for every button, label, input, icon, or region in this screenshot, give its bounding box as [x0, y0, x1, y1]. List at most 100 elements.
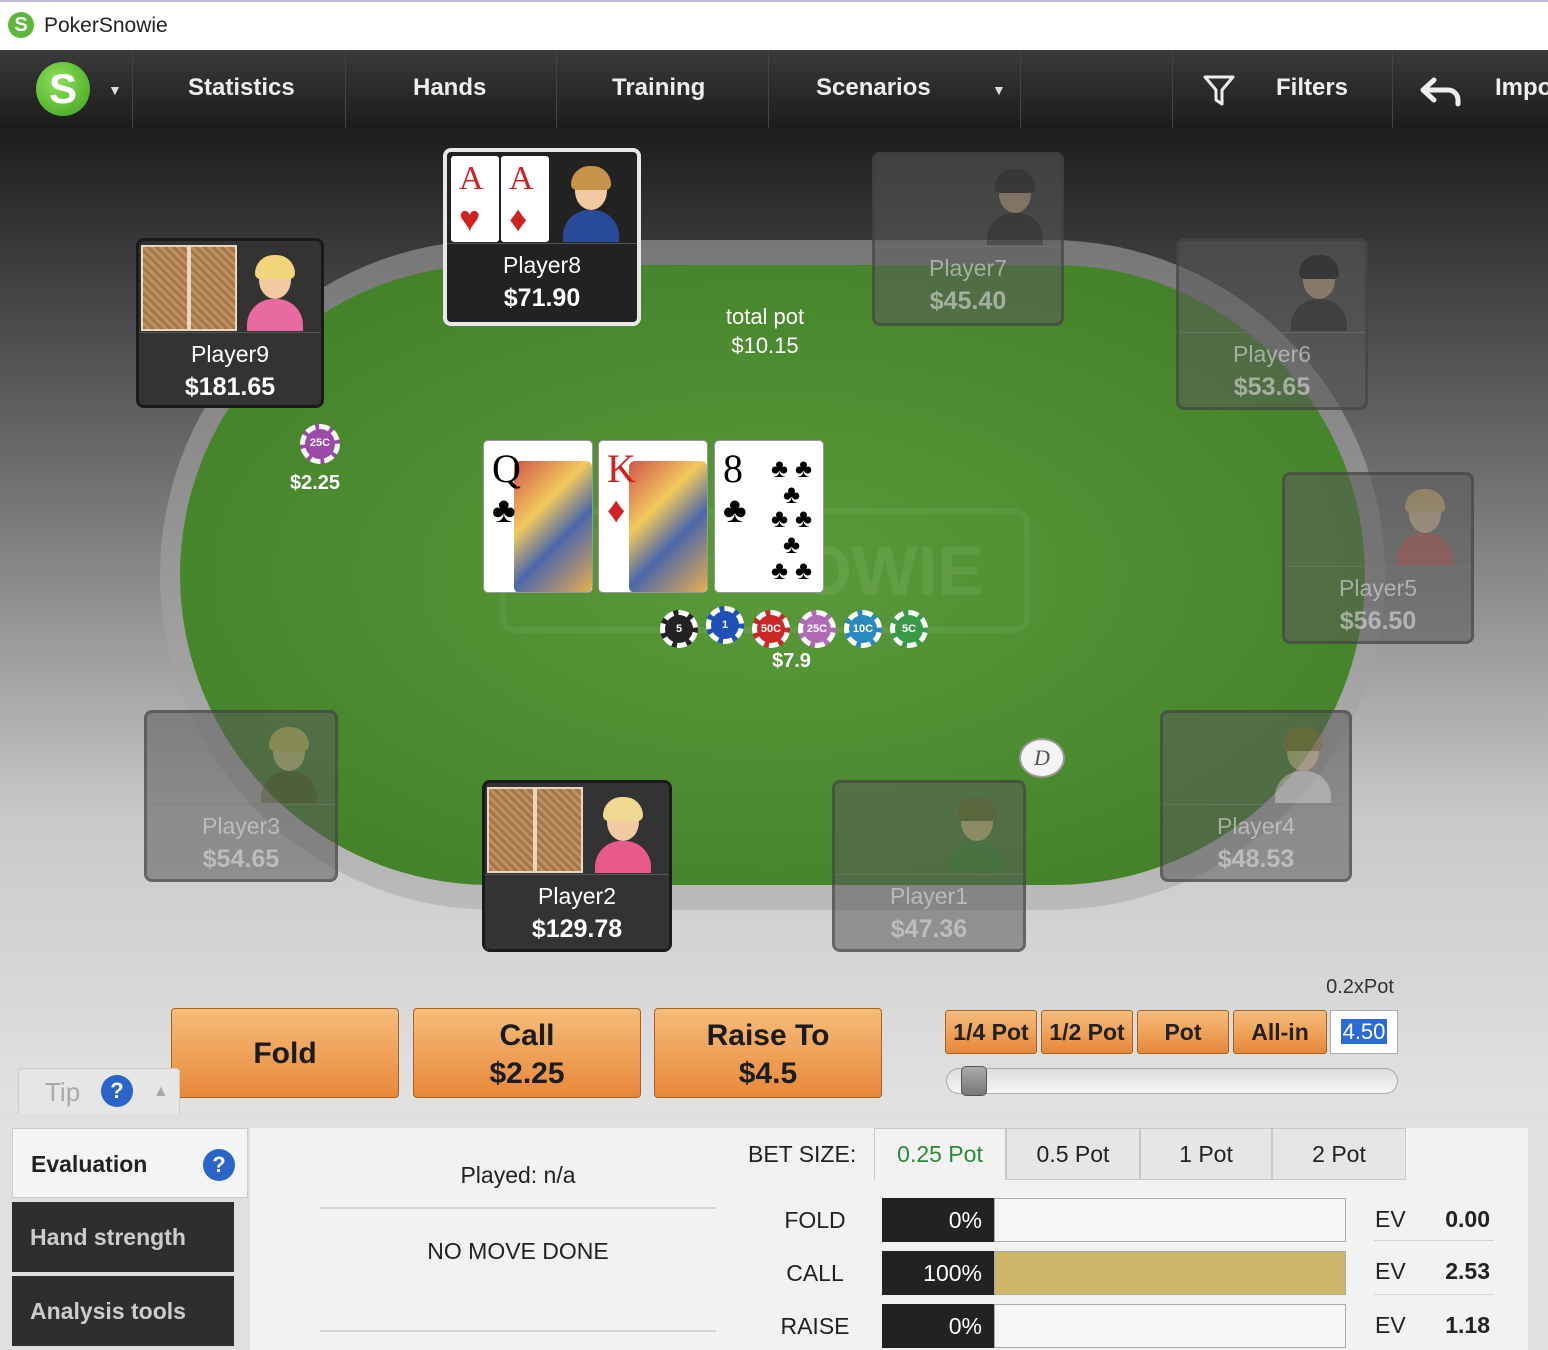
- sidebar-item-label: Evaluation: [31, 1151, 148, 1177]
- card-back: [487, 787, 535, 873]
- action-label: RAISE: [780, 1313, 850, 1339]
- sidebar-item-hand-strength[interactable]: Hand strength: [12, 1202, 234, 1272]
- raise-button[interactable]: Raise To $4.5: [654, 1008, 882, 1098]
- logo-dropdown-icon[interactable]: ▼: [108, 82, 122, 98]
- seat-player6[interactable]: Player6 $53.65: [1176, 238, 1368, 410]
- queen-face-art: [514, 461, 592, 592]
- seat-player7[interactable]: Player7 $45.40: [872, 152, 1064, 326]
- menu-filters[interactable]: Filters: [1276, 74, 1348, 102]
- chip-icon: 1: [706, 606, 744, 644]
- card-rank: A: [459, 160, 484, 197]
- player-name: Player1: [890, 883, 968, 909]
- action-label: FOLD: [784, 1207, 846, 1233]
- player9-bet-amount: $2.25: [290, 472, 341, 494]
- snowie-menu-logo[interactable]: S: [36, 62, 90, 116]
- player-name: Player2: [538, 883, 616, 909]
- seat-top: [139, 241, 321, 333]
- player-name: Player5: [1339, 575, 1417, 601]
- chip-icon: 5: [660, 610, 698, 648]
- hearts-suit-icon: ♥: [459, 198, 481, 239]
- pot-button[interactable]: Pot: [1137, 1010, 1229, 1054]
- divider: [320, 1207, 716, 1209]
- divider: [1374, 1240, 1494, 1241]
- half-pot-button[interactable]: 1/2 Pot: [1041, 1010, 1133, 1054]
- fold-button[interactable]: Fold: [171, 1008, 399, 1098]
- frequency-bar: [994, 1304, 1346, 1348]
- tab-half-pot[interactable]: 0.5 Pot: [1006, 1128, 1140, 1180]
- scenarios-dropdown-icon[interactable]: ▼: [992, 82, 1006, 98]
- action-percent: 100%: [882, 1251, 994, 1295]
- collapse-arrow-icon[interactable]: ▲: [153, 1083, 169, 1101]
- avatar: [257, 727, 321, 803]
- seat-player2[interactable]: Player2 $129.78: [482, 780, 672, 952]
- menu-training[interactable]: Training: [612, 74, 705, 102]
- tab-two-pot[interactable]: 2 Pot: [1272, 1128, 1406, 1180]
- bet-slider[interactable]: [946, 1066, 1398, 1096]
- board-card-3: 8 ♣ ♣ ♣ ♣ ♣ ♣ ♣ ♣ ♣: [714, 440, 824, 593]
- call-button[interactable]: Call $2.25: [413, 1008, 641, 1098]
- window-title: PokerSnowie: [44, 14, 168, 37]
- chip-icon: 50C: [752, 610, 790, 648]
- divider: [320, 1330, 716, 1332]
- filter-icon[interactable]: [1203, 74, 1235, 108]
- menu-separator: [345, 50, 346, 128]
- player-stack: $56.50: [1339, 607, 1417, 635]
- bet-slider-thumb[interactable]: [961, 1066, 988, 1096]
- sidebar-item-evaluation[interactable]: Evaluation ?: [12, 1128, 248, 1198]
- menu-scenarios[interactable]: Scenarios: [816, 74, 931, 102]
- tip-label: Tip: [45, 1077, 81, 1107]
- undo-icon[interactable]: [1420, 76, 1464, 108]
- ev-label: EV: [1375, 1258, 1406, 1284]
- card-back: [535, 787, 583, 873]
- player-name: Player4: [1217, 813, 1295, 839]
- menu-hands[interactable]: Hands: [413, 74, 486, 102]
- clubs-suit-icon: ♣: [723, 489, 747, 530]
- chip-icon: 25C: [300, 424, 340, 464]
- seat-top: [875, 155, 1061, 247]
- player-name: Player6: [1233, 341, 1311, 367]
- tab-quarter-pot[interactable]: 0.25 Pot: [874, 1128, 1006, 1180]
- frequency-fill: [995, 1252, 1345, 1294]
- tab-one-pot[interactable]: 1 Pot: [1140, 1128, 1272, 1180]
- avatar: [1393, 489, 1457, 565]
- menu-bar: S ▼ Statistics Hands Training Scenarios …: [0, 50, 1548, 128]
- all-in-button[interactable]: All-in: [1233, 1010, 1327, 1054]
- ev-value: 2.53: [1445, 1258, 1490, 1284]
- chip-icon: 25C: [798, 610, 836, 648]
- board-card-2: K ♦: [598, 440, 708, 593]
- seat-player1[interactable]: Player1 $47.36: [832, 780, 1026, 952]
- pot-multiplier: 0.2xPot: [1326, 976, 1394, 998]
- clubs-suit-icon: ♣: [492, 489, 516, 530]
- player-name: Player9: [191, 341, 269, 367]
- app-logo-icon: S: [8, 12, 34, 38]
- club-pip-icon: ♣: [795, 555, 813, 585]
- menu-import[interactable]: Impo: [1495, 74, 1548, 102]
- quarter-pot-button[interactable]: 1/4 Pot: [945, 1010, 1037, 1054]
- seat-player5[interactable]: Player5 $56.50: [1282, 472, 1474, 644]
- help-icon[interactable]: ?: [101, 1075, 133, 1107]
- seat-player9[interactable]: Player9 $181.65: [136, 238, 324, 408]
- ev-label: EV: [1375, 1312, 1406, 1338]
- title-bar: S PokerSnowie: [0, 0, 1548, 50]
- card-rank: 8: [723, 446, 743, 491]
- action-percent: 0%: [882, 1198, 994, 1242]
- frequency-bar: [994, 1198, 1346, 1242]
- card-back: [189, 245, 237, 331]
- seat-player3[interactable]: Player3 $54.65: [144, 710, 338, 882]
- diamonds-suit-icon: ♦: [607, 489, 626, 530]
- seat-player4[interactable]: Player4 $48.53: [1160, 710, 1352, 882]
- card-rank: A: [509, 160, 534, 197]
- menu-statistics[interactable]: Statistics: [188, 74, 295, 102]
- player-stack: $48.53: [1217, 845, 1295, 873]
- played-status: Played: n/a: [460, 1162, 576, 1188]
- sidebar-item-analysis-tools[interactable]: Analysis tools: [12, 1276, 234, 1346]
- seat-player8[interactable]: A ♥ A ♦ Player8 $71.90: [443, 148, 641, 326]
- center-pot-amount: $7.9: [772, 650, 811, 672]
- help-icon[interactable]: ?: [203, 1149, 235, 1181]
- menu-separator: [556, 50, 557, 128]
- tip-tab[interactable]: Tip ? ▲: [18, 1068, 180, 1116]
- total-pot-amount: $10.15: [731, 333, 799, 358]
- player-stack: $53.65: [1233, 373, 1311, 401]
- bet-amount-input[interactable]: 4.50: [1330, 1010, 1398, 1054]
- seat-top: A ♥ A ♦: [447, 152, 637, 244]
